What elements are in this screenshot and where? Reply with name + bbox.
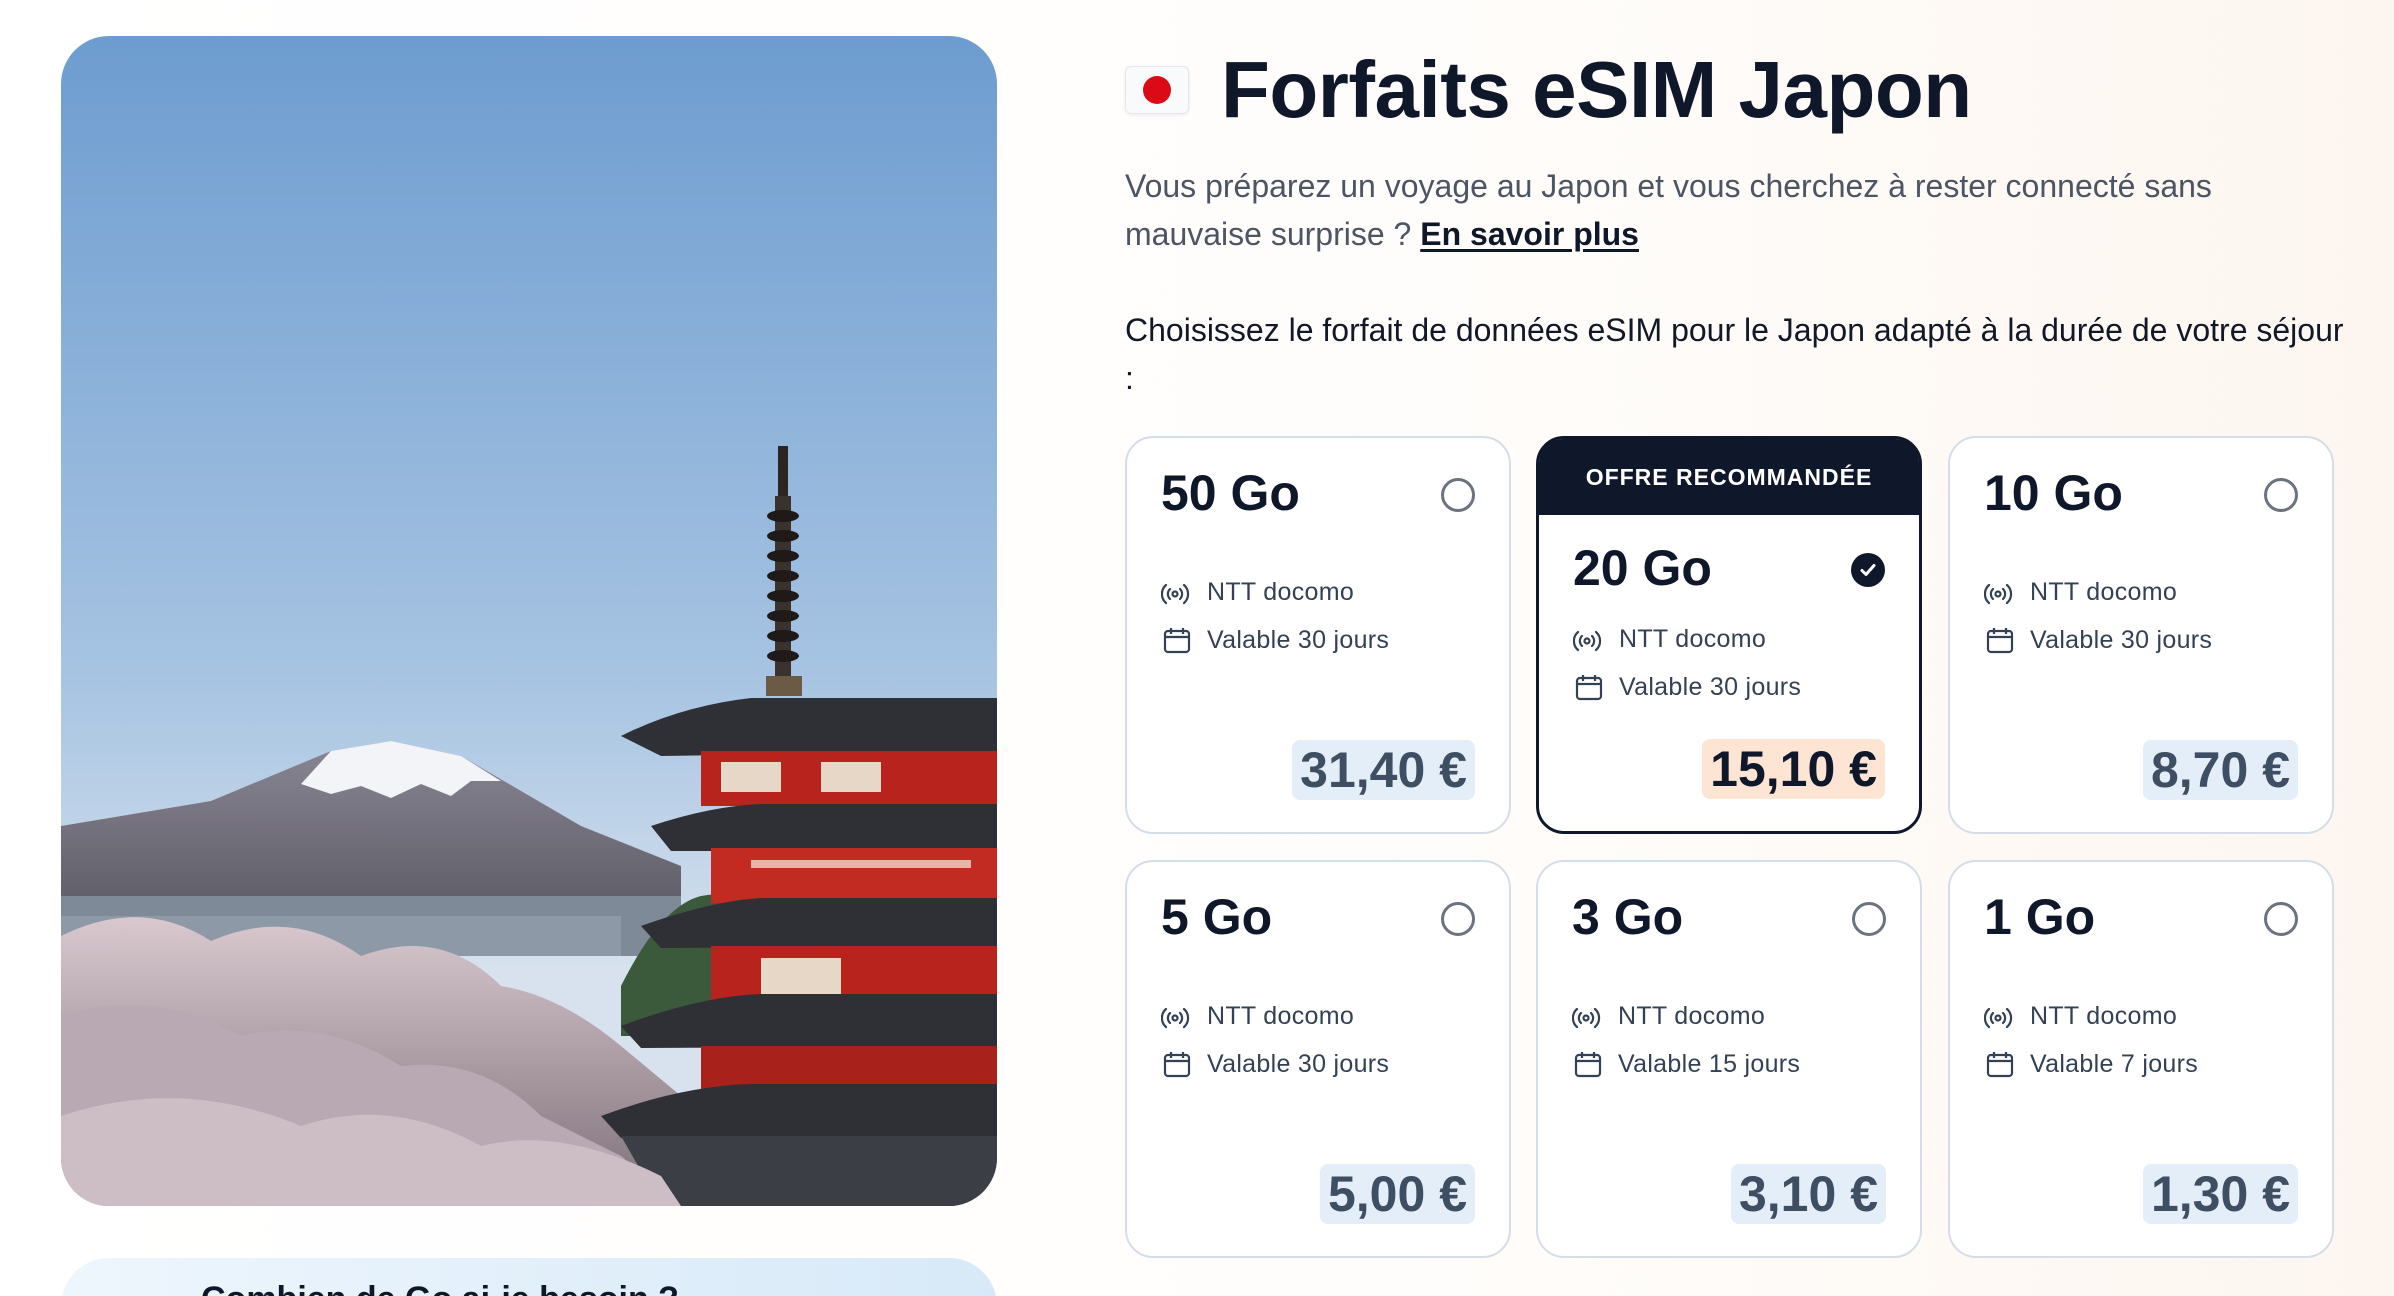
info-box[interactable]: Combien de Go ai-je besoin ? <box>61 1258 997 1296</box>
calendar-icon <box>1984 624 2016 656</box>
operator-line: NTT docomo <box>1572 1000 1765 1032</box>
operator-label: NTT docomo <box>1619 624 1767 653</box>
info-box-title: Combien de Go ai-je besoin ? <box>201 1280 679 1296</box>
plan-price: 8,70 € <box>2142 740 2298 800</box>
operator-line: NTT docomo <box>1984 576 2177 608</box>
japan-flag-icon <box>1125 66 1189 114</box>
validity-line: Valable 7 jours <box>1984 1048 2198 1080</box>
signal-icon <box>1572 1000 1604 1032</box>
plan-size: 10 Go <box>1984 465 2123 521</box>
plan-size: 3 Go <box>1572 889 1684 945</box>
operator-label: NTT docomo <box>1207 1001 1355 1030</box>
radio-button[interactable] <box>2264 478 2298 512</box>
page-title: Forfaits eSIM Japon <box>1221 45 1972 134</box>
validity-label: Valable 30 jours <box>2030 625 2213 654</box>
operator-label: NTT docomo <box>1207 577 1355 606</box>
radio-button[interactable] <box>2264 902 2298 936</box>
signal-icon <box>1161 1000 1193 1032</box>
validity-label: Valable 7 jours <box>2030 1049 2199 1078</box>
radio-button[interactable] <box>1441 902 1475 936</box>
recommended-badge: OFFRE RECOMMANDÉE <box>1539 439 1919 515</box>
operator-line: NTT docomo <box>1161 1000 1354 1032</box>
operator-line: NTT docomo <box>1573 623 1766 655</box>
check-circle-icon[interactable] <box>1851 553 1885 587</box>
intro-text: Vous préparez un voyage au Japon et vous… <box>1125 162 2355 258</box>
plan-card-1go[interactable]: 1 Go NTT docomo Valable 7 jours 1,30 € <box>1948 860 2334 1258</box>
signal-icon <box>1161 576 1193 608</box>
signal-icon <box>1573 623 1605 655</box>
learn-more-link[interactable]: En savoir plus <box>1420 216 1639 252</box>
plan-price: 15,10 € <box>1702 739 1885 799</box>
calendar-icon <box>1161 624 1193 656</box>
plan-card-5go[interactable]: 5 Go NTT docomo Valable 30 jours 5,00 € <box>1125 860 1511 1258</box>
validity-line: Valable 30 jours <box>1573 671 1801 703</box>
signal-icon <box>1984 576 2016 608</box>
fuji-pagoda-illustration <box>61 36 997 1206</box>
operator-label: NTT docomo <box>2030 577 2178 606</box>
validity-label: Valable 15 jours <box>1618 1049 1801 1078</box>
validity-label: Valable 30 jours <box>1619 672 1802 701</box>
plan-price: 3,10 € <box>1730 1164 1886 1224</box>
calendar-icon <box>1161 1048 1193 1080</box>
plan-size: 50 Go <box>1161 465 1300 521</box>
plan-price: 5,00 € <box>1319 1164 1475 1224</box>
plan-card-10go[interactable]: 10 Go NTT docomo Valable 30 jours 8,70 € <box>1948 436 2334 834</box>
operator-label: NTT docomo <box>2030 1001 2178 1030</box>
plan-price: 1,30 € <box>2142 1164 2298 1224</box>
plan-card-3go[interactable]: 3 Go NTT docomo Valable 15 jours 3,10 € <box>1536 860 1922 1258</box>
validity-line: Valable 30 jours <box>1161 1048 1389 1080</box>
validity-label: Valable 30 jours <box>1207 625 1390 654</box>
validity-label: Valable 30 jours <box>1207 1049 1390 1078</box>
validity-line: Valable 30 jours <box>1984 624 2212 656</box>
plan-card-20go[interactable]: OFFRE RECOMMANDÉE 20 Go NTT docomo Valab… <box>1536 436 1922 834</box>
calendar-icon <box>1984 1048 2016 1080</box>
choose-plan-text: Choisissez le forfait de données eSIM po… <box>1125 312 2344 396</box>
title-row: Forfaits eSIM Japon <box>1125 40 1972 140</box>
operator-line: NTT docomo <box>1984 1000 2177 1032</box>
radio-button[interactable] <box>1441 478 1475 512</box>
calendar-icon <box>1572 1048 1604 1080</box>
hero-image <box>61 36 997 1206</box>
plan-size: 1 Go <box>1984 889 2096 945</box>
plan-card-50go[interactable]: 50 Go NTT docomo Valable 30 jours 31,40 … <box>1125 436 1511 834</box>
signal-icon <box>1984 1000 2016 1032</box>
operator-line: NTT docomo <box>1161 576 1354 608</box>
calendar-icon <box>1573 671 1605 703</box>
plan-size: 20 Go <box>1573 540 1712 596</box>
plan-size: 5 Go <box>1161 889 1273 945</box>
intro-body: Vous préparez un voyage au Japon et vous… <box>1125 168 2212 252</box>
validity-line: Valable 15 jours <box>1572 1048 1800 1080</box>
plan-price: 31,40 € <box>1292 740 1475 800</box>
operator-label: NTT docomo <box>1618 1001 1766 1030</box>
radio-button[interactable] <box>1852 902 1886 936</box>
validity-line: Valable 30 jours <box>1161 624 1389 656</box>
